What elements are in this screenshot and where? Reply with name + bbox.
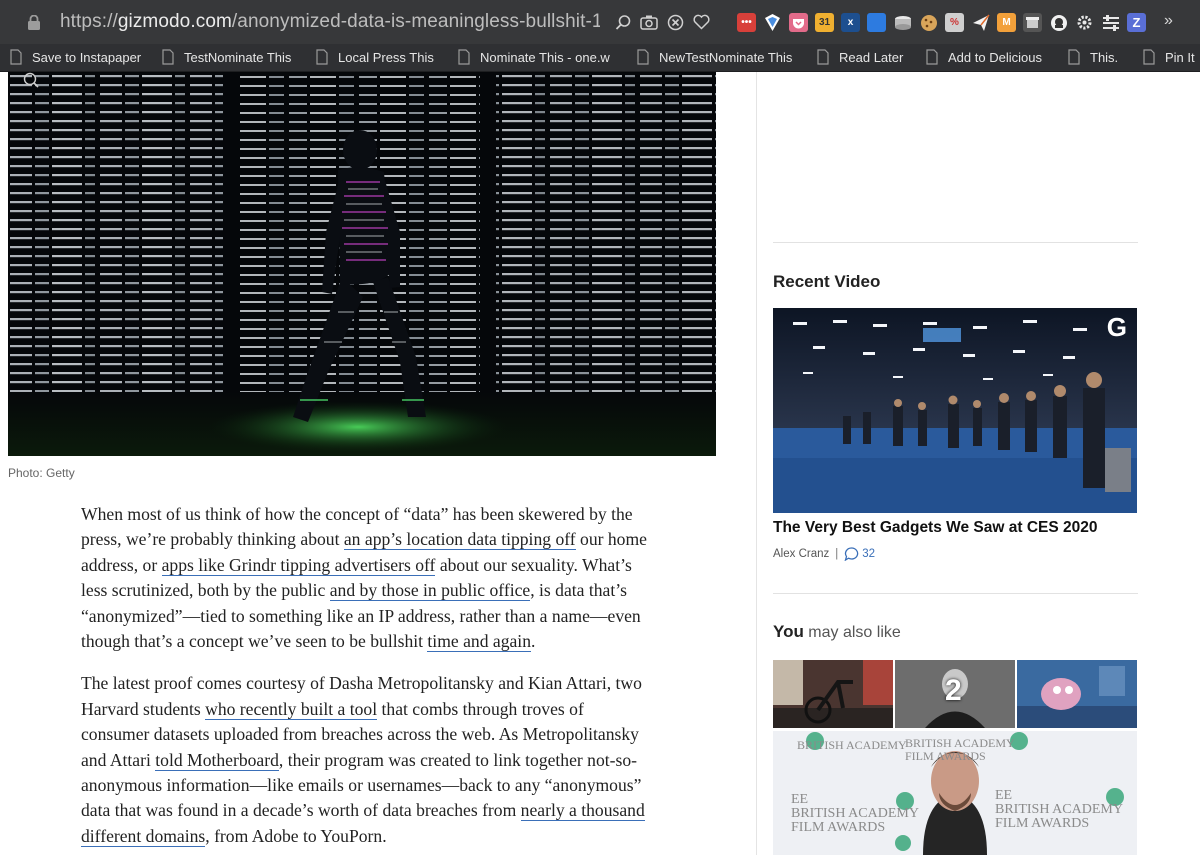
bookmarks-bar: Save to Instapaper TestNominate This Loc… (0, 44, 1200, 72)
gizmodo-logo: G (1106, 312, 1127, 342)
cookie-extension-icon[interactable] (919, 13, 938, 32)
zoom-icon[interactable] (22, 72, 40, 88)
send-extension-icon[interactable] (971, 13, 990, 32)
link-told-motherboard[interactable]: told Motherboard (155, 749, 279, 771)
address-bar-actions (614, 13, 710, 31)
link-public-office[interactable]: and by those in public office (329, 580, 531, 602)
lock-icon[interactable] (26, 15, 42, 30)
page-icon (1068, 49, 1080, 65)
bookmark-testnominate[interactable]: TestNominate This (160, 49, 291, 65)
page-icon (316, 49, 328, 65)
shield-extension-icon[interactable] (763, 13, 782, 32)
pocket-extension-icon[interactable] (789, 13, 808, 32)
hero-image[interactable] (8, 72, 716, 456)
video-meta: Alex Cranz | 32 (773, 547, 875, 561)
heart-icon[interactable] (692, 13, 710, 31)
you-may-also-like-heading: You may also like (773, 622, 901, 641)
page-icon (162, 49, 174, 65)
bookmark-read-later[interactable]: Read Later (815, 49, 903, 65)
sidebar-divider (756, 72, 757, 855)
gear-icon[interactable] (1075, 13, 1094, 32)
search-icon[interactable] (614, 13, 632, 31)
dots-extension-icon[interactable]: ••• (737, 13, 756, 32)
page-icon (458, 49, 470, 65)
meta-separator: | (835, 548, 839, 560)
link-app-location-data[interactable]: an app’s location data tipping off (343, 529, 576, 551)
bafta-backdrop-text-right: EE BRITISH ACADEMY FILM AWARDS (995, 788, 1123, 831)
video-author[interactable]: Alex Cranz (773, 548, 829, 560)
overflow-chevron-icon[interactable]: » (1164, 12, 1173, 30)
browser-toolbar: https://gizmodo.com/anonymized-data-is-m… (0, 0, 1200, 44)
comment-bubble-icon (844, 547, 859, 561)
bell-extension-icon[interactable] (1049, 13, 1068, 32)
badge-extension-icon[interactable]: % (945, 13, 964, 32)
recommendation-thumbnails: 2 (773, 660, 1137, 728)
exercise-bike-image (773, 660, 893, 728)
data-projection-illustration (8, 72, 716, 456)
featured-photo[interactable]: BRITISH ACADEMY BRITISH ACADEMY FILM AWA… (773, 731, 1137, 855)
article-body: When most of us think of how the concept… (81, 502, 651, 855)
x-extension-icon[interactable]: x (841, 13, 860, 32)
extension-icons: ••• 31 x % M Z (737, 13, 1146, 32)
paragraph-2: The latest proof comes courtesy of Dasha… (81, 673, 645, 847)
z-extension-icon[interactable]: Z (1127, 13, 1146, 32)
photo-caption: Photo: Getty (8, 466, 75, 480)
block-icon[interactable] (666, 13, 684, 31)
address-bar[interactable]: https://gizmodo.com/anonymized-data-is-m… (60, 11, 600, 35)
bookmark-add-to-delicious[interactable]: Add to Delicious (924, 49, 1042, 65)
page-icon (1143, 49, 1155, 65)
video-thumbnail[interactable]: G (773, 308, 1137, 513)
archive-extension-icon[interactable] (1023, 13, 1042, 32)
stack-extension-icon[interactable] (893, 13, 912, 32)
thumbnail-person[interactable]: 2 (895, 660, 1015, 728)
page-icon (926, 49, 938, 65)
thumbnail-animation[interactable] (1017, 660, 1137, 728)
bookmark-save-to-instapaper[interactable]: Save to Instapaper (8, 49, 141, 65)
page-icon (10, 49, 22, 65)
m-extension-icon[interactable]: M (997, 13, 1016, 32)
blue-square-extension-icon[interactable] (867, 13, 886, 32)
ranking-number: 2 (945, 674, 962, 707)
sidebar-rule (773, 242, 1138, 243)
comment-count[interactable]: 32 (844, 547, 875, 561)
recent-video-heading: Recent Video (773, 272, 881, 291)
page-icon (817, 49, 829, 65)
sidebar-rule (773, 593, 1138, 594)
bafta-backdrop-text-left: BRITISH ACADEMY (797, 738, 907, 752)
bafta-backdrop-text-main: EE BRITISH ACADEMY FILM AWARDS (791, 792, 919, 835)
link-time-and-again[interactable]: time and again (427, 631, 531, 653)
calendar-extension-icon[interactable]: 31 (815, 13, 834, 32)
bookmark-pin-it[interactable]: Pin It (1141, 49, 1195, 65)
bookmark-this[interactable]: This. (1066, 49, 1118, 65)
ces-expo-floor-image (773, 308, 1137, 513)
bookmark-newtestnominate[interactable]: NewTestNominate This (635, 49, 792, 65)
cartoon-image (1017, 660, 1137, 728)
bookmark-nominate-this[interactable]: Nominate This - one.w (456, 49, 610, 65)
link-built-a-tool[interactable]: who recently built a tool (205, 698, 378, 720)
thumbnail-peloton[interactable] (773, 660, 893, 728)
camera-icon[interactable] (640, 13, 658, 31)
video-title[interactable]: The Very Best Gadgets We Saw at CES 2020 (773, 519, 1098, 537)
bafta-backdrop-text-top: BRITISH ACADEMY FILM AWARDS (905, 736, 1015, 763)
page-icon (637, 49, 649, 65)
link-grindr-advertisers[interactable]: apps like Grindr tipping advertisers off (161, 554, 436, 576)
bookmark-local-press[interactable]: Local Press This (314, 49, 434, 65)
sliders-extension-icon[interactable] (1101, 13, 1120, 32)
paragraph-1: When most of us think of how the concept… (81, 504, 647, 653)
